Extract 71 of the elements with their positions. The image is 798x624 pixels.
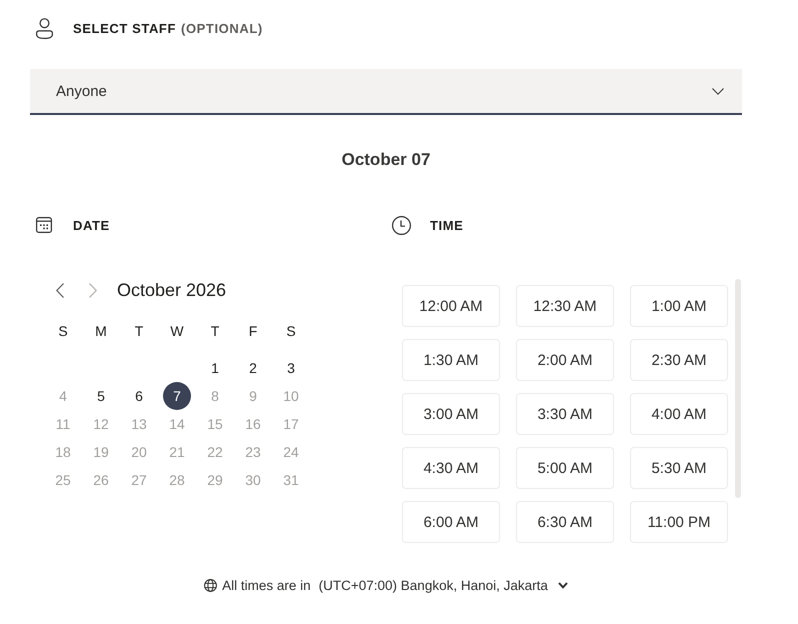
chevron-right-icon xyxy=(89,282,97,298)
calendar-day[interactable]: 11 xyxy=(49,410,77,438)
time-slot-button[interactable]: 12:00 AM xyxy=(402,285,500,327)
calendar-day[interactable]: 3 xyxy=(277,354,305,382)
time-slot-button[interactable]: 12:30 AM xyxy=(516,285,614,327)
chevron-down-icon xyxy=(558,582,568,588)
weekday-label: T xyxy=(134,322,144,341)
calendar-day[interactable]: 28 xyxy=(163,466,191,494)
calendar-day[interactable]: 19 xyxy=(87,438,115,466)
time-slot-button[interactable]: 3:30 AM xyxy=(516,393,614,435)
staff-dropdown[interactable]: Anyone xyxy=(30,69,742,115)
section-title: SELECT STAFF xyxy=(73,20,176,36)
selected-date-heading: October 07 xyxy=(342,150,430,169)
time-slot-button[interactable]: 4:00 AM xyxy=(630,393,728,435)
calendar-day[interactable]: 27 xyxy=(125,466,153,494)
section-title: DATE xyxy=(73,218,110,232)
calendar-day[interactable]: 7 xyxy=(163,382,191,410)
calendar-day[interactable]: 24 xyxy=(277,438,305,466)
time-slot-button[interactable]: 2:00 AM xyxy=(516,339,614,381)
time-slot-button[interactable]: 6:30 AM xyxy=(516,501,614,543)
time-slot-button[interactable]: 4:30 AM xyxy=(402,447,500,489)
calendar-day[interactable]: 5 xyxy=(87,382,115,410)
calendar-day[interactable]: 14 xyxy=(163,410,191,438)
calendar-day[interactable]: 13 xyxy=(125,410,153,438)
time-slot-button[interactable]: 11:00 PM xyxy=(630,501,728,543)
calendar-day[interactable]: 29 xyxy=(201,466,229,494)
month-title: October 2026 xyxy=(117,280,226,300)
clock-icon xyxy=(392,216,411,234)
calendar-day[interactable]: 4 xyxy=(49,382,77,410)
weekday-label: M xyxy=(95,322,107,341)
time-slot-button[interactable]: 6:00 AM xyxy=(402,501,500,543)
person-icon xyxy=(36,18,53,38)
calendar-day[interactable]: 23 xyxy=(239,438,267,466)
calendar-day[interactable]: 16 xyxy=(239,410,267,438)
calendar-day[interactable]: 26 xyxy=(87,466,115,494)
calendar-day[interactable]: 15 xyxy=(201,410,229,438)
time-slot-button[interactable]: 5:00 AM xyxy=(516,447,614,489)
calendar-day[interactable]: 20 xyxy=(125,438,153,466)
calendar-day[interactable]: 8 xyxy=(201,382,229,410)
timezone-dropdown[interactable]: (UTC+07:00) Bangkok, Hanoi, Jakarta xyxy=(318,578,568,592)
calendar-day[interactable]: 10 xyxy=(277,382,305,410)
calendar-day[interactable]: 9 xyxy=(239,382,267,410)
calendar-day[interactable]: 22 xyxy=(201,438,229,466)
chevron-left-icon xyxy=(56,282,64,298)
calendar-day[interactable]: 17 xyxy=(277,410,305,438)
weekday-label: S xyxy=(286,322,296,341)
calendar-day[interactable]: 31 xyxy=(277,466,305,494)
section-title: TIME xyxy=(430,218,464,232)
time-slot-button[interactable]: 2:30 AM xyxy=(630,339,728,381)
weekday-label: S xyxy=(58,322,68,341)
calendar-icon xyxy=(36,217,52,233)
chevron-down-icon xyxy=(712,88,724,94)
calendar-day[interactable]: 18 xyxy=(49,438,77,466)
weekday-label: T xyxy=(210,322,220,341)
globe-icon xyxy=(204,578,218,592)
calendar-day[interactable]: 21 xyxy=(163,438,191,466)
calendar-day[interactable]: 25 xyxy=(49,466,77,494)
calendar-day[interactable]: 1 xyxy=(201,354,229,382)
time-slot-button[interactable]: 5:30 AM xyxy=(630,447,728,489)
time-slot-button[interactable]: 1:00 AM xyxy=(630,285,728,327)
time-slot-button[interactable]: 3:00 AM xyxy=(402,393,500,435)
timezone-label: All times are in xyxy=(222,578,311,592)
weekday-label: F xyxy=(248,322,258,341)
calendar-day[interactable]: 2 xyxy=(239,354,267,382)
scrollbar-thumb[interactable] xyxy=(735,279,741,498)
weekday-label: W xyxy=(170,322,184,341)
calendar-day[interactable]: 12 xyxy=(87,410,115,438)
time-slot-button[interactable]: 1:30 AM xyxy=(402,339,500,381)
calendar-day[interactable]: 6 xyxy=(125,382,153,410)
calendar-day[interactable]: 30 xyxy=(239,466,267,494)
optional-note: (OPTIONAL) xyxy=(181,20,263,36)
